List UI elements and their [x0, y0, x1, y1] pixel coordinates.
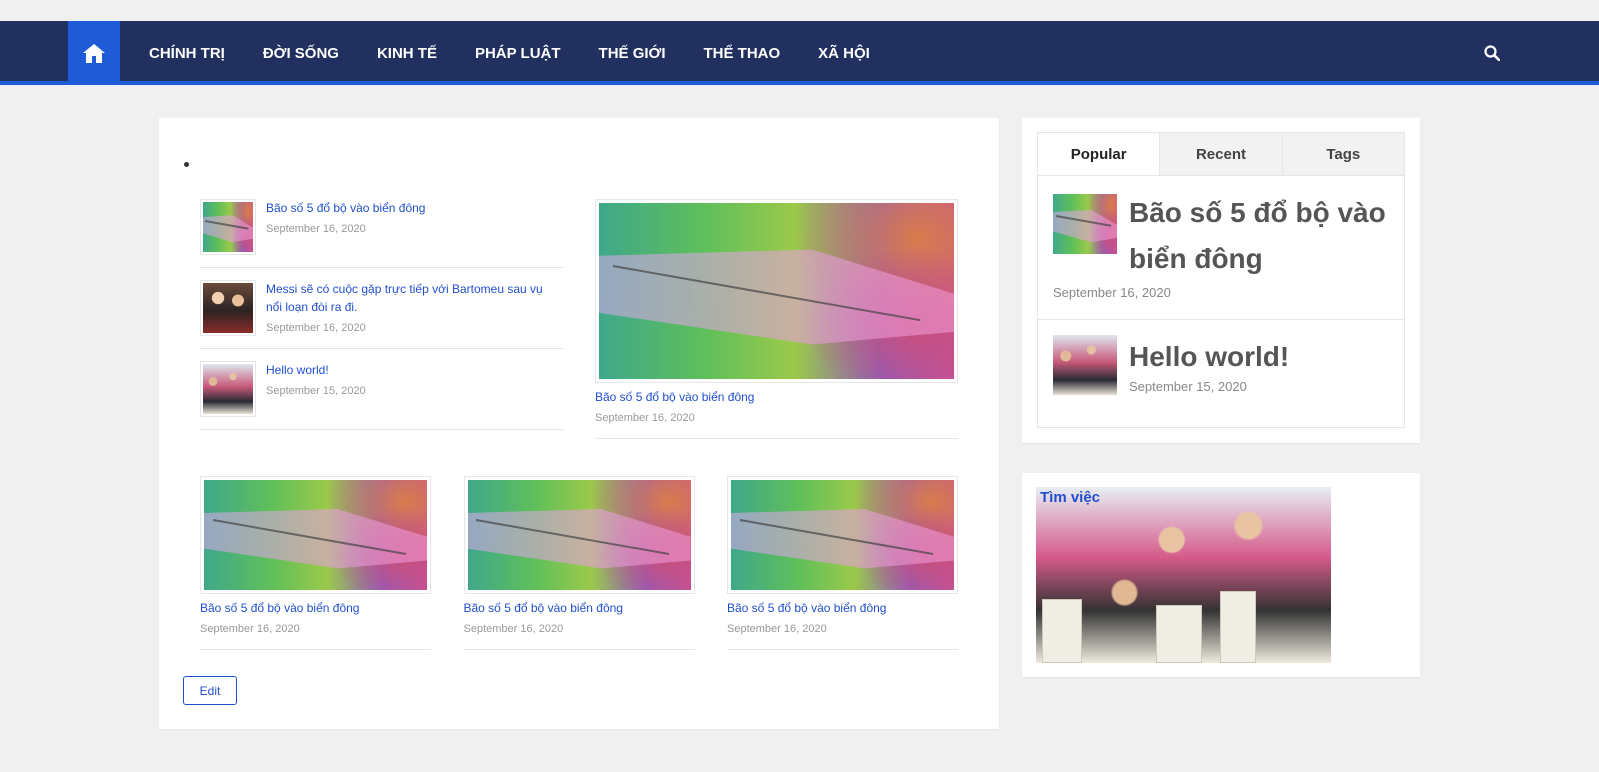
grid-post-date: September 16, 2020	[463, 623, 564, 635]
post-title-link[interactable]: Hello world!	[266, 361, 561, 379]
featured-image[interactable]	[595, 199, 958, 383]
post-thumbnail[interactable]	[200, 199, 256, 255]
sidebar-ad-widget: Tìm việc	[1022, 473, 1420, 677]
edit-button[interactable]: Edit	[183, 676, 237, 705]
grid-post-image[interactable]	[463, 476, 695, 594]
list-item: Bão số 5 đổ bộ vào biển đông September 1…	[200, 199, 563, 268]
storm-map-image[interactable]	[1053, 194, 1117, 254]
grid-post-image[interactable]	[727, 476, 958, 594]
post-date: September 15, 2020	[266, 385, 366, 397]
storm-map-image	[731, 480, 954, 590]
nav-item-doi-song[interactable]: ĐỜI SỐNG	[244, 45, 358, 62]
small-post-list: Bão số 5 đổ bộ vào biển đông September 1…	[200, 199, 563, 430]
storm-map-image	[599, 203, 954, 379]
featured-title-link[interactable]: Bão số 5 đổ bộ vào biển đông	[595, 388, 958, 406]
popular-title-link[interactable]: Bão số 5 đổ bộ vào biển đông	[1129, 190, 1391, 282]
storm-map-image	[204, 480, 427, 590]
post-date: September 16, 2020	[266, 322, 366, 334]
tab-popular[interactable]: Popular	[1038, 133, 1160, 175]
nav-item-xa-hoi[interactable]: XÃ HỘI	[799, 45, 889, 62]
job-ad-banner[interactable]: Tìm việc	[1036, 487, 1331, 663]
post-date: September 16, 2020	[266, 223, 366, 235]
tab-bar: Popular Recent Tags	[1038, 133, 1404, 176]
grid-post-title-link[interactable]: Bão số 5 đổ bộ vào biển đông	[727, 599, 958, 617]
grid-post-date: September 16, 2020	[200, 623, 300, 635]
nav-item-the-gioi[interactable]: THẾ GIỚI	[580, 45, 685, 62]
nav-item-kinh-te[interactable]: KINH TẾ	[358, 45, 456, 62]
post-grid: Bão số 5 đổ bộ vào biển đông September 1…	[200, 476, 958, 650]
nav-item-the-thao[interactable]: THỂ THAO	[685, 45, 800, 62]
popular-item: Bão số 5 đổ bộ vào biển đông September 1…	[1053, 194, 1391, 309]
grid-post: Bão số 5 đổ bộ vào biển đông September 1…	[727, 476, 958, 650]
popular-date: September 16, 2020	[1053, 285, 1171, 300]
storm-map-image	[467, 480, 691, 590]
crowd-photo	[203, 364, 253, 414]
crowd-photo[interactable]	[1053, 335, 1117, 395]
storm-map-image	[203, 202, 253, 252]
tabs-container: Popular Recent Tags Bão số 5 đổ bộ vào b…	[1037, 132, 1405, 428]
search-icon	[1484, 45, 1500, 61]
top-navbar: CHÍNH TRỊ ĐỜI SỐNG KINH TẾ PHÁP LUẬT THẾ…	[0, 21, 1599, 85]
popular-item: Hello world! September 15, 2020	[1053, 335, 1391, 405]
popular-title-link[interactable]: Hello world!	[1129, 334, 1391, 380]
main-content: Bão số 5 đổ bộ vào biển đông September 1…	[159, 118, 999, 729]
main-menu: CHÍNH TRỊ ĐỜI SỐNG KINH TẾ PHÁP LUẬT THẾ…	[130, 21, 889, 85]
building-model	[1156, 605, 1202, 663]
list-item: Hello world! September 15, 2020	[200, 361, 563, 430]
divider	[1038, 319, 1404, 320]
nav-item-chinh-tri[interactable]: CHÍNH TRỊ	[130, 45, 244, 62]
post-thumbnail[interactable]	[200, 280, 256, 336]
featured-post: Bão số 5 đổ bộ vào biển đông September 1…	[595, 199, 958, 439]
post-thumbnail[interactable]	[200, 361, 256, 417]
popular-date: September 15, 2020	[1129, 379, 1247, 394]
post-title-link[interactable]: Bão số 5 đổ bộ vào biển đông	[266, 199, 561, 217]
featured-date: September 16, 2020	[595, 412, 695, 424]
grid-post-date: September 16, 2020	[727, 623, 827, 635]
nav-item-phap-luat[interactable]: PHÁP LUẬT	[456, 45, 580, 62]
building-model	[1042, 599, 1082, 663]
grid-post-image[interactable]	[200, 476, 431, 594]
home-icon	[83, 44, 105, 63]
grid-post: Bão số 5 đổ bộ vào biển đông September 1…	[463, 476, 695, 650]
ad-banner-text: Tìm việc	[1040, 489, 1101, 506]
post-title-link[interactable]: Messi sẽ có cuộc gặp trực tiếp với Barto…	[266, 280, 561, 316]
tab-tags[interactable]: Tags	[1281, 133, 1404, 175]
grid-post: Bão số 5 đổ bộ vào biển đông September 1…	[200, 476, 431, 650]
search-button[interactable]	[1480, 41, 1504, 65]
home-button[interactable]	[68, 21, 120, 85]
list-item: Messi sẽ có cuộc gặp trực tiếp với Barto…	[200, 280, 563, 349]
tab-recent[interactable]: Recent	[1159, 133, 1282, 175]
building-model	[1220, 591, 1256, 663]
messi-photo	[203, 283, 253, 333]
grid-post-title-link[interactable]: Bão số 5 đổ bộ vào biển đông	[464, 599, 695, 617]
sidebar-tabs-widget: Popular Recent Tags Bão số 5 đổ bộ vào b…	[1022, 118, 1420, 443]
list-bullet	[184, 162, 189, 167]
grid-post-title-link[interactable]: Bão số 5 đổ bộ vào biển đông	[200, 599, 431, 617]
